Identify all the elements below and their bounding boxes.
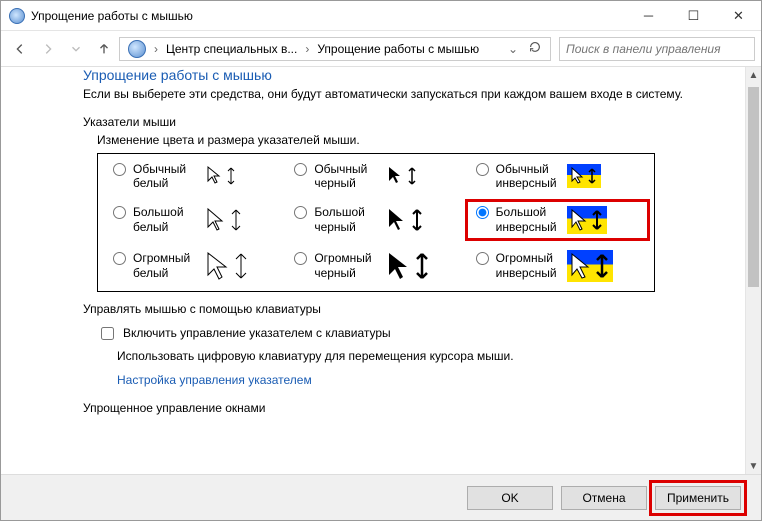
control-panel-icon: [128, 40, 146, 58]
refresh-button[interactable]: [524, 40, 546, 57]
link-pointer-settings[interactable]: Настройка управления указателем: [117, 373, 721, 387]
cancel-button[interactable]: Отмена: [561, 486, 647, 510]
radio-inv-large[interactable]: Большой инверсный: [471, 205, 644, 235]
up-button[interactable]: [91, 36, 117, 62]
back-button[interactable]: [7, 36, 33, 62]
radio-input[interactable]: [113, 252, 126, 265]
breadcrumb-seg-1[interactable]: Центр специальных в...: [162, 42, 301, 56]
cursor-preview-icon: [567, 250, 613, 282]
chevron-right-icon: ›: [152, 42, 160, 56]
cursor-preview-icon: [204, 205, 246, 235]
titlebar: Упрощение работы с мышью ─ ☐ ✕: [1, 1, 761, 31]
forward-button[interactable]: [35, 36, 61, 62]
cursor-preview-icon: [385, 249, 433, 283]
chevron-down-icon[interactable]: ⌄: [504, 42, 522, 56]
search-input[interactable]: [559, 37, 755, 61]
radio-white-large[interactable]: Большой белый: [108, 205, 281, 235]
radio-inv-huge[interactable]: Огромный инверсный: [471, 249, 644, 283]
checkbox-input[interactable]: [101, 327, 114, 340]
radio-input[interactable]: [113, 163, 126, 176]
section-pointers-sub: Изменение цвета и размера указателей мыш…: [97, 133, 721, 147]
chevron-right-icon: ›: [303, 42, 311, 56]
app-icon: [9, 8, 25, 24]
radio-input[interactable]: [294, 252, 307, 265]
cursor-preview-icon: [385, 205, 427, 235]
cursor-preview-icon: [204, 163, 240, 189]
radio-white-huge[interactable]: Огромный белый: [108, 249, 281, 283]
cursor-preview-icon: [567, 164, 601, 188]
maximize-button[interactable]: ☐: [671, 1, 716, 30]
window-title: Упрощение работы с мышью: [31, 9, 626, 23]
minimize-button[interactable]: ─: [626, 1, 671, 30]
radio-input[interactable]: [113, 206, 126, 219]
radio-black-normal[interactable]: Обычный черный: [289, 162, 462, 191]
checkbox-mousekeys[interactable]: Включить управление указателем с клавиат…: [97, 324, 721, 343]
close-button[interactable]: ✕: [716, 1, 761, 30]
cursor-options-group: Обычный белый Обычный черный Обычный инв…: [97, 153, 655, 292]
scroll-thumb[interactable]: [748, 87, 759, 287]
recent-dropdown[interactable]: [63, 36, 89, 62]
section-keyboard: Управлять мышью с помощью клавиатуры: [83, 302, 721, 316]
cursor-preview-icon: [385, 163, 421, 189]
radio-white-normal[interactable]: Обычный белый: [108, 162, 281, 191]
breadcrumb-seg-2[interactable]: Упрощение работы с мышью: [313, 42, 483, 56]
scroll-up-icon[interactable]: ▲: [746, 67, 761, 83]
radio-input[interactable]: [476, 163, 489, 176]
navbar: › Центр специальных в... › Упрощение раб…: [1, 31, 761, 67]
window-controls: ─ ☐ ✕: [626, 1, 761, 30]
radio-black-large[interactable]: Большой черный: [289, 205, 462, 235]
radio-black-huge[interactable]: Огромный черный: [289, 249, 462, 283]
breadcrumb[interactable]: › Центр специальных в... › Упрощение раб…: [119, 37, 551, 61]
page-intro: Если вы выберете эти средства, они будут…: [83, 87, 721, 101]
radio-inv-normal[interactable]: Обычный инверсный: [471, 162, 644, 191]
radio-input[interactable]: [294, 206, 307, 219]
ok-button[interactable]: OK: [467, 486, 553, 510]
radio-input[interactable]: [476, 206, 489, 219]
cursor-preview-icon: [567, 206, 607, 234]
apply-button[interactable]: Применить: [655, 486, 741, 510]
radio-input[interactable]: [476, 252, 489, 265]
section-pointers: Указатели мыши: [83, 115, 721, 129]
page-title: Упрощение работы с мышью: [83, 67, 721, 83]
content: Упрощение работы с мышью Если вы выберет…: [1, 67, 745, 474]
footer: OK Отмена Применить: [1, 474, 761, 520]
section-windows: Упрощенное управление окнами: [83, 401, 721, 415]
scroll-down-icon[interactable]: ▼: [746, 458, 761, 474]
mousekeys-hint: Использовать цифровую клавиатуру для пер…: [117, 349, 721, 363]
cursor-preview-icon: [204, 249, 252, 283]
radio-input[interactable]: [294, 163, 307, 176]
scrollbar[interactable]: ▲ ▼: [745, 67, 761, 474]
checkbox-label: Включить управление указателем с клавиат…: [123, 326, 391, 340]
